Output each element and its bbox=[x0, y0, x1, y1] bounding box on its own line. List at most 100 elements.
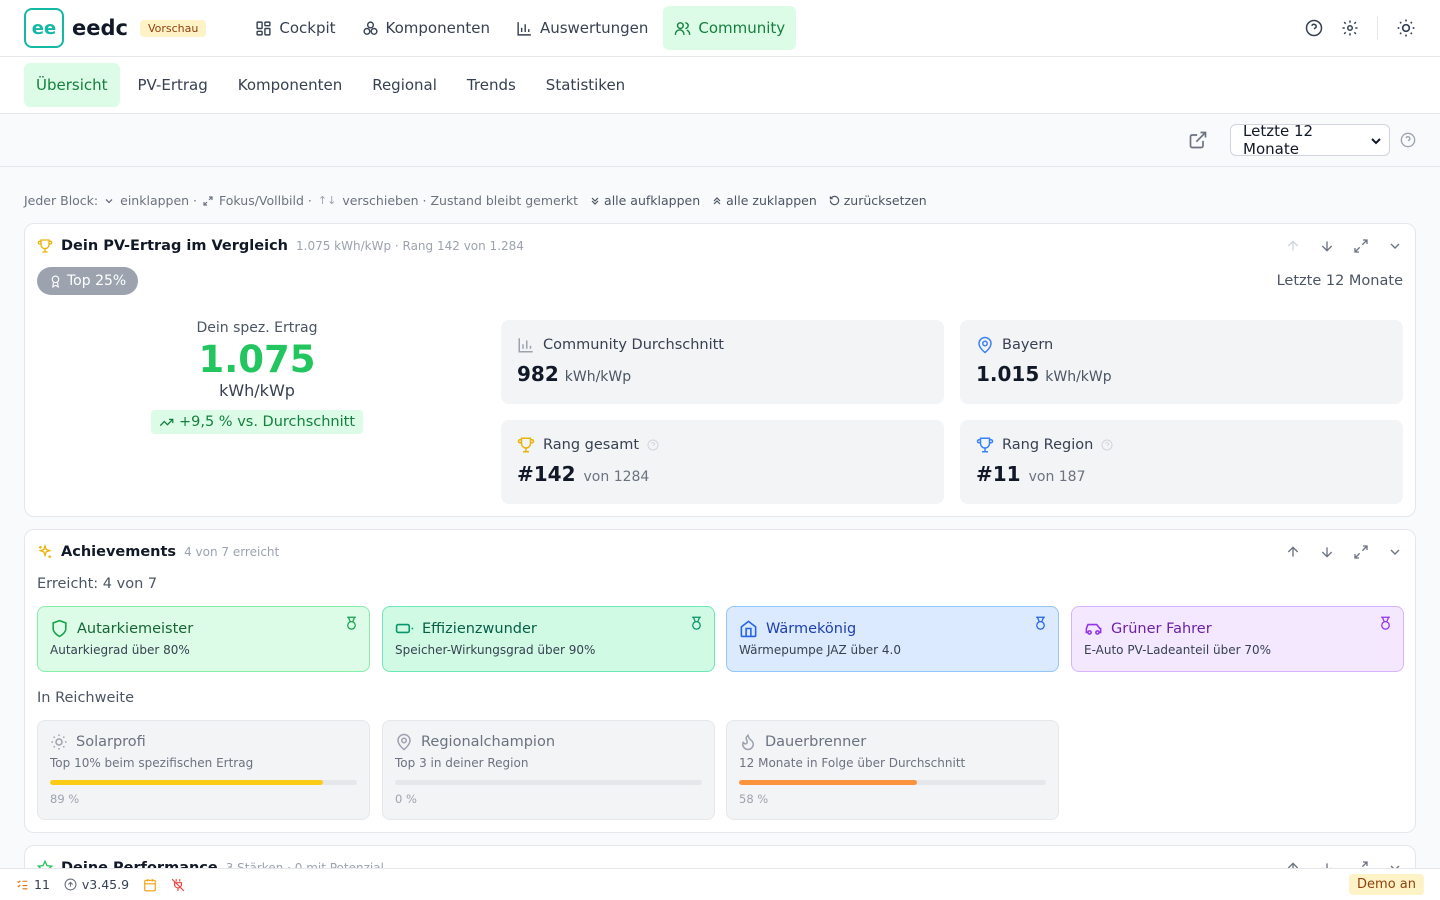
tab-komponenten[interactable]: Komponenten bbox=[226, 63, 354, 107]
maximize-icon[interactable] bbox=[1353, 238, 1369, 254]
nav-cockpit[interactable]: Cockpit bbox=[244, 6, 346, 50]
card-controls bbox=[1285, 544, 1403, 560]
tasks-count: 11 bbox=[34, 877, 50, 892]
arrow-down-icon[interactable] bbox=[1319, 238, 1335, 254]
help-icon[interactable] bbox=[1400, 132, 1416, 148]
top-percent-label: Top 25% bbox=[67, 273, 127, 289]
progress-bar bbox=[50, 780, 357, 785]
progress-bar bbox=[395, 780, 702, 785]
main-content: Jeder Block: einklappen · Fokus/Vollbild… bbox=[24, 167, 1416, 900]
sparkles-icon bbox=[38, 544, 52, 558]
stat-label: Community Durchschnitt bbox=[543, 337, 724, 353]
bar-chart-icon bbox=[517, 21, 531, 36]
collapse-all-label: alle zuklappen bbox=[726, 193, 817, 208]
achievement-autarkiemeister[interactable]: Autarkiemeister Autarkiegrad über 80% bbox=[37, 606, 370, 672]
stat-rank-total: Rang gesamt #142 von 1284 bbox=[501, 420, 944, 504]
stat-unit: kWh/kWp bbox=[1045, 369, 1112, 385]
stat-rank-region: Rang Region #11 von 187 bbox=[960, 420, 1403, 504]
achievement-title: Wärmekönig bbox=[766, 620, 857, 637]
nav-cockpit-label: Cockpit bbox=[279, 19, 336, 37]
reach-title: Solarprofi bbox=[76, 734, 146, 750]
progress-fill bbox=[739, 780, 918, 785]
stat-community-avg: Community Durchschnitt 982 kWh/kWp bbox=[501, 320, 944, 404]
reach-solarprofi[interactable]: Solarprofi Top 10% beim spezifischen Ert… bbox=[37, 720, 370, 820]
reset-label: zurücksetzen bbox=[843, 193, 927, 208]
tab-trends[interactable]: Trends bbox=[455, 63, 528, 107]
nav-komponenten-label: Komponenten bbox=[385, 19, 490, 37]
maximize-icon[interactable] bbox=[1353, 544, 1369, 560]
achievement-gruener-fahrer[interactable]: Grüner Fahrer E-Auto PV-Ladeanteil über … bbox=[1071, 606, 1404, 672]
stat-value: 1.015 bbox=[976, 362, 1040, 386]
stat-region-avg: Bayern 1.015 kWh/kWp bbox=[960, 320, 1403, 404]
users-icon bbox=[675, 21, 691, 35]
chevron-down-icon[interactable] bbox=[1387, 544, 1403, 560]
stat-value: #11 bbox=[976, 462, 1021, 486]
info-icon[interactable] bbox=[1101, 439, 1113, 451]
achievements-card: Achievements 4 von 7 erreicht Erreicht: … bbox=[24, 529, 1416, 833]
period-select[interactable]: Letzte 12 Monate bbox=[1230, 122, 1390, 158]
reset-button[interactable]: zurücksetzen bbox=[829, 193, 927, 208]
tab-regional[interactable]: Regional bbox=[360, 63, 449, 107]
gear-icon[interactable] bbox=[1341, 19, 1359, 37]
flame-icon bbox=[741, 733, 755, 751]
chevrons-down-icon bbox=[591, 197, 599, 205]
nav-community[interactable]: Community bbox=[663, 6, 797, 50]
hint-move: verschieben · Zustand bleibt gemerkt bbox=[342, 193, 579, 208]
reach-desc: Top 3 in deiner Region bbox=[395, 756, 529, 770]
car-icon bbox=[1085, 623, 1102, 635]
period-label: Letzte 12 Monate bbox=[1276, 273, 1403, 289]
reach-title: Regionalchampion bbox=[421, 734, 556, 750]
app-logo[interactable]: ee bbox=[24, 8, 64, 48]
map-pin-icon bbox=[978, 336, 992, 354]
top-bar: ee eedc Vorschau Cockpit Komponenten Aus… bbox=[0, 0, 1440, 57]
reach-dauerbrenner[interactable]: Dauerbrenner 12 Monate in Folge über Dur… bbox=[726, 720, 1059, 820]
achievement-desc: Speicher-Wirkungsgrad über 90% bbox=[395, 643, 596, 657]
delta-text: +9,5 % vs. Durchschnitt bbox=[178, 414, 356, 430]
collapse-all-button[interactable]: alle zuklappen bbox=[712, 193, 817, 208]
progress-label: 0 % bbox=[395, 792, 417, 806]
arrow-up-icon[interactable] bbox=[1285, 238, 1301, 254]
card-subtitle: 4 von 7 erreicht bbox=[184, 545, 280, 559]
reach-regionalchampion[interactable]: Regionalchampion Top 3 in deiner Region … bbox=[382, 720, 715, 820]
achievement-effizienzwunder[interactable]: Effizienzwunder Speicher-Wirkungsgrad üb… bbox=[382, 606, 715, 672]
reach-desc: 12 Monate in Folge über Durchschnitt bbox=[739, 756, 966, 770]
sun-icon bbox=[51, 734, 67, 750]
nav-auswertungen[interactable]: Auswertungen bbox=[505, 6, 659, 50]
own-yield-label: Dein spez. Ertrag bbox=[196, 320, 318, 336]
chevron-down-icon[interactable] bbox=[1387, 238, 1403, 254]
arrow-up-icon[interactable] bbox=[1285, 544, 1301, 560]
nav-komponenten[interactable]: Komponenten bbox=[351, 6, 501, 50]
tasks-indicator[interactable]: 11 bbox=[16, 877, 50, 892]
trophy-icon bbox=[517, 437, 535, 453]
chevrons-up-icon bbox=[713, 196, 721, 204]
bar-chart-icon bbox=[518, 338, 533, 353]
reach-desc: Top 10% beim spezifischen Ertrag bbox=[50, 756, 254, 770]
demo-badge[interactable]: Demo an bbox=[1349, 874, 1424, 895]
delta-badge: +9,5 % vs. Durchschnitt bbox=[150, 410, 364, 434]
components-icon bbox=[362, 20, 378, 35]
card-subtitle: 1.075 kWh/kWp · Rang 142 von 1.284 bbox=[296, 239, 524, 253]
plug-off-icon[interactable] bbox=[171, 878, 185, 892]
sun-icon[interactable] bbox=[1396, 18, 1416, 38]
help-icon[interactable] bbox=[1305, 19, 1323, 37]
chevron-down-icon bbox=[105, 198, 113, 203]
tab-pv-ertrag[interactable]: PV-Ertrag bbox=[126, 63, 220, 107]
achievement-title: Grüner Fahrer bbox=[1111, 620, 1212, 637]
arrow-down-icon[interactable] bbox=[1319, 544, 1335, 560]
stat-label: Rang Region bbox=[1002, 437, 1094, 453]
achievement-desc: Autarkiegrad über 80% bbox=[50, 643, 190, 657]
tab-statistiken[interactable]: Statistiken bbox=[534, 63, 637, 107]
tab-uebersicht[interactable]: Übersicht bbox=[24, 63, 120, 107]
version-indicator[interactable]: v3.45.9 bbox=[64, 877, 129, 892]
stat-unit: von 187 bbox=[1028, 469, 1086, 485]
external-link-icon[interactable] bbox=[1188, 130, 1208, 150]
achievement-waermekoenig[interactable]: Wärmekönig Wärmepumpe JAZ über 4.0 bbox=[726, 606, 1059, 672]
preview-badge: Vorschau bbox=[139, 19, 207, 37]
top-right-actions bbox=[1305, 17, 1416, 39]
stat-value: #142 bbox=[517, 462, 576, 486]
expand-all-button[interactable]: alle aufklappen bbox=[590, 193, 700, 208]
nav-community-label: Community bbox=[698, 19, 786, 37]
calendar-icon[interactable] bbox=[143, 878, 157, 892]
info-icon[interactable] bbox=[647, 439, 659, 451]
achievement-title: Effizienzwunder bbox=[422, 620, 537, 637]
